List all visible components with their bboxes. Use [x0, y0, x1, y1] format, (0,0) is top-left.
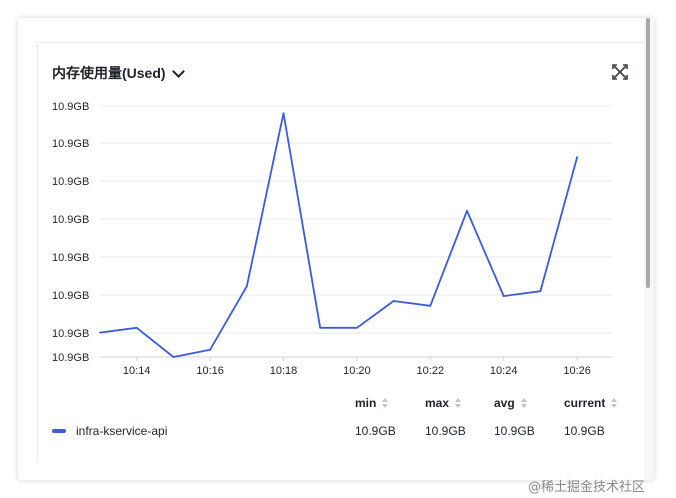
y-tick-label: 10.9GB — [52, 176, 89, 188]
x-axis-ticks: 10:14 10:16 10:18 10:20 10:22 10:24 10:26 — [123, 357, 591, 377]
legend-series-name: infra-kservice-api — [76, 424, 168, 438]
sort-icon — [455, 398, 462, 408]
data-point — [319, 326, 322, 329]
x-tick-label: 10:26 — [563, 365, 591, 377]
legend-header-current-label: current — [564, 396, 606, 410]
y-tick-label: 10.9GB — [52, 138, 89, 150]
legend-value-current: 10.9GB — [564, 424, 605, 438]
legend-header-min-label: min — [355, 396, 377, 410]
data-point — [245, 285, 248, 288]
chart-grid — [100, 105, 612, 358]
legend-series-item[interactable]: infra-kservice-api — [52, 424, 167, 438]
x-tick-label: 10:16 — [196, 365, 224, 377]
data-point — [502, 295, 505, 297]
y-tick-label: 10.9GB — [52, 352, 89, 364]
data-point — [209, 348, 212, 351]
y-tick-label: 10.9GB — [52, 252, 89, 264]
x-tick-label: 10:24 — [490, 365, 518, 377]
data-point — [282, 112, 285, 115]
watermark: @稀土掘金技术社区 — [528, 480, 646, 495]
legend-header-avg-label: avg — [494, 396, 515, 410]
x-tick-label: 10:22 — [417, 365, 445, 377]
data-point — [135, 326, 138, 329]
legend-header-max[interactable]: max — [425, 396, 462, 410]
legend-header-max-label: max — [425, 396, 450, 410]
x-tick-label: 10:18 — [270, 365, 298, 377]
sort-icon — [520, 398, 527, 408]
data-point — [172, 356, 175, 358]
data-point — [539, 290, 542, 293]
data-point — [576, 156, 578, 159]
data-point — [99, 331, 101, 334]
chart-series — [99, 112, 578, 358]
legend-value-avg: 10.9GB — [494, 424, 535, 438]
y-tick-label: 10.9GB — [52, 290, 89, 302]
data-point — [466, 209, 468, 212]
sort-icon — [382, 398, 389, 408]
data-point — [392, 300, 395, 302]
legend-value-max: 10.9GB — [425, 424, 466, 438]
data-point — [356, 326, 358, 329]
y-tick-label: 10.9GB — [52, 328, 89, 340]
y-tick-label: 10.9GB — [52, 214, 89, 226]
x-tick-label: 10:14 — [123, 365, 151, 377]
y-tick-label: 10.9GB — [52, 101, 89, 113]
legend-header-min[interactable]: min — [355, 396, 389, 410]
data-point — [429, 304, 432, 307]
legend-swatch — [52, 429, 66, 433]
legend-value-min: 10.9GB — [355, 424, 396, 438]
y-axis-ticks: 10.9GB 10.9GB 10.9GB 10.9GB 10.9GB 10.9GB 10.9… — [52, 101, 89, 364]
series-line-infra-kservice-api — [99, 112, 578, 358]
sort-icon — [611, 398, 618, 408]
legend-header-avg[interactable]: avg — [494, 396, 527, 410]
x-tick-label: 10:20 — [343, 365, 371, 377]
legend-header-current[interactable]: current — [564, 396, 618, 410]
